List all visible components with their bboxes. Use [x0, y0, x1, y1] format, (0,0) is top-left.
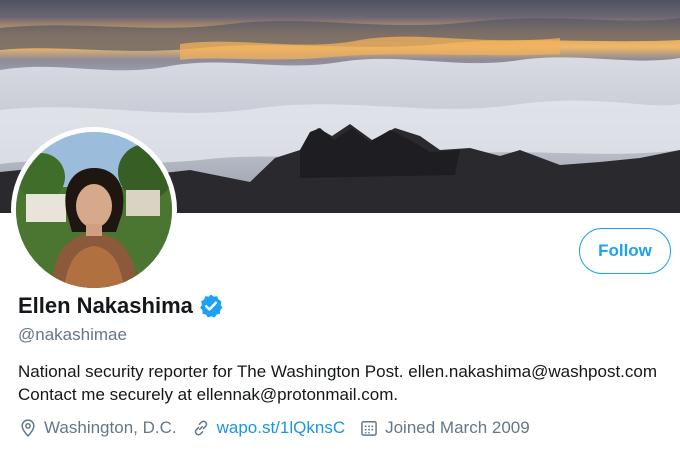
- website-item[interactable]: wapo.st/1lQknsC: [191, 418, 346, 438]
- avatar-photo: [16, 132, 172, 288]
- user-handle: @nakashimae: [18, 325, 127, 344]
- bio-line-1: National security reporter for The Washi…: [18, 362, 658, 381]
- location-item: Washington, D.C.: [18, 418, 177, 438]
- website-link[interactable]: wapo.st/1lQknsC: [217, 418, 346, 438]
- location-text: Washington, D.C.: [44, 418, 177, 437]
- display-name: Ellen Nakashima: [18, 293, 193, 318]
- joined-item: Joined March 2009: [359, 418, 530, 438]
- calendar-icon: [361, 421, 377, 436]
- profile-meta: Washington, D.C. wapo.st/1lQknsC Joined …: [18, 418, 544, 438]
- verified-badge-icon: [198, 293, 224, 319]
- profile-avatar[interactable]: [11, 127, 177, 293]
- link-icon: [194, 420, 207, 436]
- joined-date: Joined March 2009: [385, 418, 530, 437]
- bio-line-2: Contact me securely at ellennak@protonma…: [18, 385, 399, 404]
- location-pin-icon: [21, 419, 35, 437]
- name-row: Ellen Nakashima: [18, 293, 224, 319]
- profile-bio: National security reporter for The Washi…: [18, 360, 678, 406]
- follow-button[interactable]: Follow: [579, 228, 671, 274]
